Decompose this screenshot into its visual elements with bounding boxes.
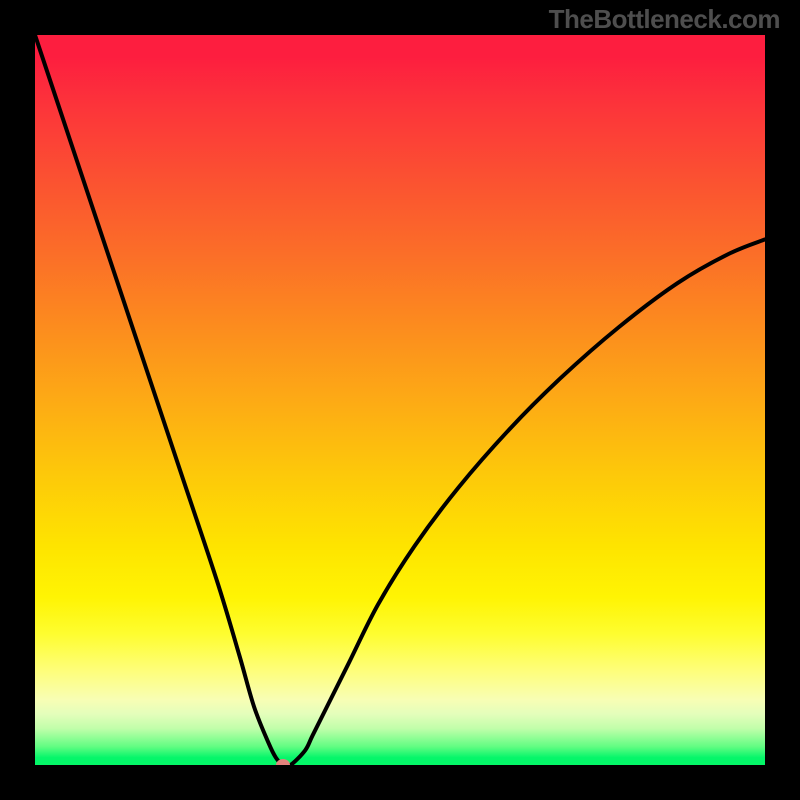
optimal-point-marker (276, 759, 290, 765)
watermark-text: TheBottleneck.com (549, 4, 780, 35)
bottleneck-curve (35, 35, 765, 765)
plot-area (35, 35, 765, 765)
chart-container: TheBottleneck.com (0, 0, 800, 800)
